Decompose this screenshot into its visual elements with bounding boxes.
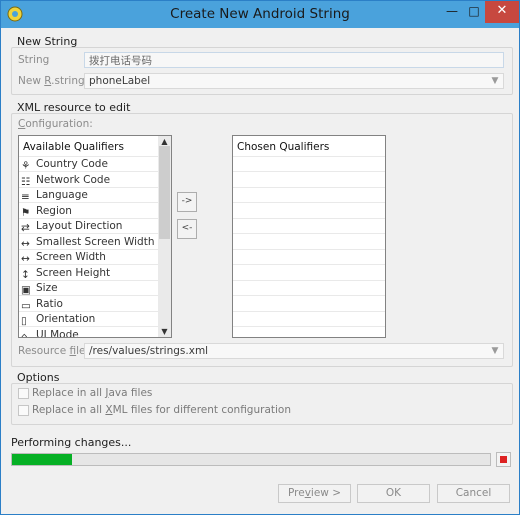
qualifier-label: Country Code (36, 158, 108, 170)
progress-bar-fill (12, 454, 72, 465)
available-qualifiers-scrollbar[interactable]: ▲ ▼ (158, 136, 171, 337)
qualifier-item[interactable]: ⚘ Country Code (21, 157, 108, 172)
language-icon: ≡ (21, 191, 30, 203)
available-qualifiers-list[interactable]: Available Qualifiers ⚘ Country Code ☷ Netwo… (18, 135, 172, 338)
maximize-button[interactable]: □ (463, 1, 485, 23)
string-label: String (18, 54, 50, 66)
resource-file-value: /res/values/strings.xml (89, 345, 209, 357)
progress-label: Performing changes... (11, 436, 132, 449)
qualifier-label: Screen Width (36, 251, 106, 263)
scrollbar-thumb[interactable] (159, 146, 170, 239)
qualifier-item[interactable]: ≡ Language (21, 188, 88, 203)
screen-height-icon: ↕ (21, 268, 30, 281)
replace-xml-checkbox[interactable] (18, 405, 29, 416)
qualifier-label: Language (36, 189, 88, 201)
string-input[interactable]: 拨打电话号码 (84, 52, 504, 68)
qualifier-label: Network Code (36, 173, 111, 186)
replace-java-label: Replace in all Java files (32, 387, 153, 399)
replace-xml-label: Replace in all XML files for different c… (32, 404, 291, 416)
dialog-window: Create New Android String — □ ✕ New Stri… (0, 0, 520, 515)
qualifier-label: Screen Height (36, 266, 111, 279)
title-bar[interactable]: Create New Android String — □ ✕ (1, 1, 519, 28)
stop-button[interactable] (496, 452, 511, 467)
chosen-qualifiers-list[interactable]: Chosen Qualifiers (232, 135, 386, 338)
qualifier-item[interactable]: ⌂ UI Mode (21, 328, 79, 338)
qualifier-label: Ratio (36, 297, 63, 310)
network-code-icon: ☷ (21, 175, 31, 188)
qualifier-item[interactable]: ▭ Ratio (21, 297, 63, 312)
remove-qualifier-button[interactable]: <- (177, 219, 197, 239)
qualifier-label: Orientation (36, 313, 96, 325)
smallest-screen-width-icon: ↔ (21, 237, 30, 250)
qualifier-item[interactable]: ⇄ Layout Direction (21, 219, 122, 234)
qualifier-item[interactable]: ↕ Screen Height (21, 266, 110, 281)
region-icon: ⚑ (21, 206, 31, 219)
size-icon: ▣ (21, 284, 31, 296)
minimize-button[interactable]: — (441, 1, 463, 23)
qualifier-item[interactable]: ↔ Screen Width (21, 250, 106, 265)
chevron-down-icon: ▼ (491, 346, 499, 356)
scroll-down-icon[interactable]: ▼ (158, 327, 171, 336)
ui-mode-icon: ⌂ (21, 330, 28, 338)
chosen-qualifiers-header: Chosen Qualifiers (237, 141, 330, 153)
qualifier-item[interactable]: ☷ Network Code (21, 173, 110, 188)
screen-width-icon: ↔ (21, 253, 30, 265)
available-qualifiers-header: Available Qualifiers (23, 141, 124, 153)
qualifier-label: Smallest Screen Width (36, 235, 155, 248)
stop-icon (500, 456, 507, 463)
ratio-icon: ▭ (21, 299, 31, 312)
country-code-icon: ⚘ (21, 160, 31, 172)
qualifier-item[interactable]: ▯ Orientation (21, 312, 95, 327)
progress-bar (11, 453, 491, 466)
qualifier-item[interactable]: ⚑ Region (21, 204, 72, 219)
qualifier-label: Size (36, 282, 58, 294)
new-rstring-value: phoneLabel (89, 75, 151, 87)
close-button[interactable]: ✕ (485, 1, 519, 23)
add-qualifier-button[interactable]: -> (177, 192, 197, 212)
layout-direction-icon: ⇄ (21, 222, 30, 234)
orientation-icon: ▯ (21, 315, 27, 327)
qualifier-item[interactable]: ↔ Smallest Screen Width (21, 235, 155, 250)
preview-button[interactable]: Preview > (278, 484, 351, 503)
chevron-down-icon: ▼ (491, 76, 499, 86)
configuration-label: Configuration: (18, 118, 93, 130)
qualifier-label: Layout Direction (36, 220, 123, 232)
new-rstring-combo[interactable]: phoneLabel ▼ (84, 73, 504, 89)
replace-java-checkbox[interactable] (18, 388, 29, 399)
resource-file-label: Resource file: (18, 345, 90, 357)
scroll-up-icon[interactable]: ▲ (158, 137, 171, 146)
resource-file-combo[interactable]: /res/values/strings.xml ▼ (84, 343, 504, 359)
ok-button[interactable]: OK (357, 484, 430, 503)
qualifier-label: Region (36, 204, 72, 217)
new-rstring-label: New R.string. (18, 75, 88, 87)
qualifier-label: UI Mode (36, 328, 79, 338)
qualifier-item[interactable]: ▣ Size (21, 281, 58, 296)
cancel-button[interactable]: Cancel (437, 484, 510, 503)
